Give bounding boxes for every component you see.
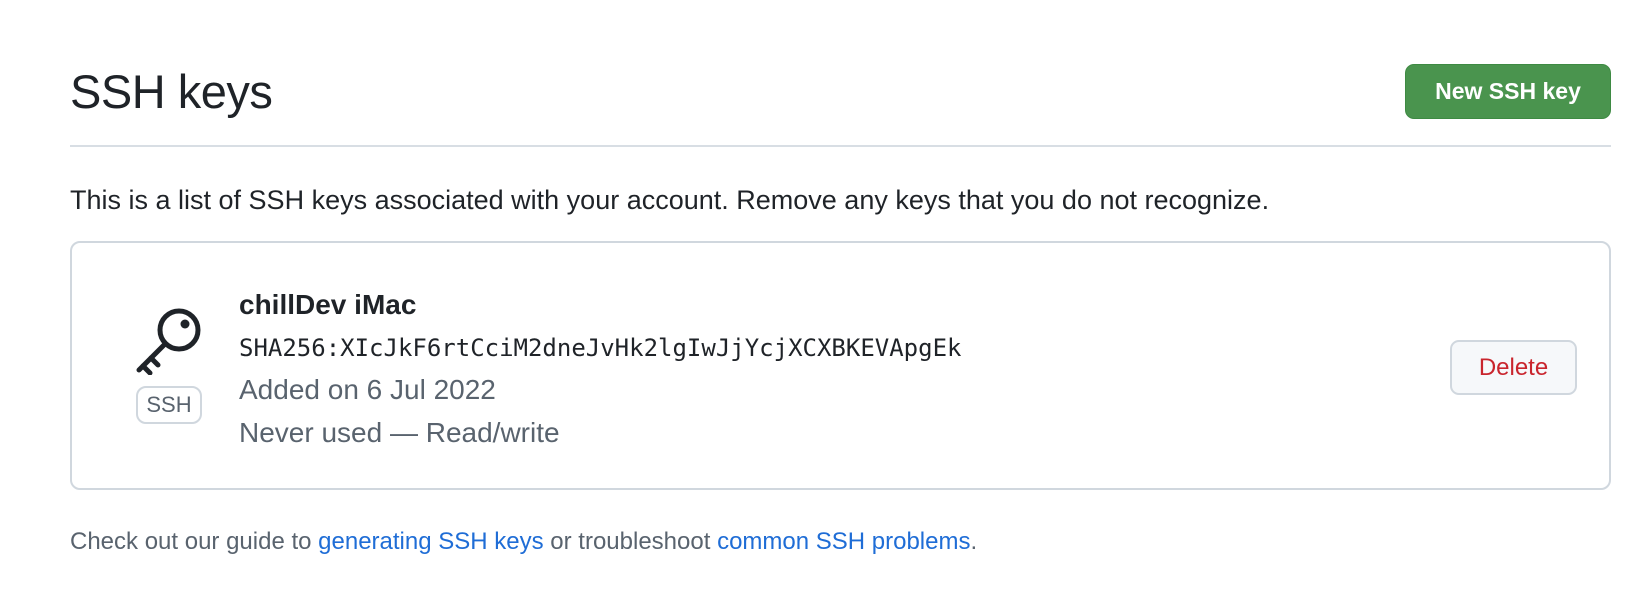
- key-title: chillDev iMac: [239, 289, 417, 320]
- footer-prefix: Check out our guide to: [70, 528, 319, 555]
- page-header: SSH keys New SSH key: [70, 56, 1611, 147]
- footer-suffix: .: [970, 528, 978, 555]
- generating-ssh-keys-link[interactable]: generating SSH keys: [318, 528, 543, 555]
- key-usage: Never used — Read/write: [239, 417, 560, 448]
- ssh-key-item: SSH chillDev iMac SHA256:XIcJkF6rtCciM2d…: [70, 241, 1611, 490]
- common-ssh-problems-link[interactable]: common SSH problems: [717, 528, 970, 555]
- key-fingerprint: SHA256:XIcJkF6rtCciM2dneJvHk2lgIwJjYcjXC…: [239, 334, 962, 362]
- footer-middle: or troubleshoot: [543, 528, 718, 555]
- help-footer: Check out our guide to generating SSH ke…: [70, 525, 977, 559]
- key-type-badge: SSH: [136, 386, 202, 424]
- new-ssh-key-button[interactable]: New SSH key: [1405, 64, 1611, 119]
- key-icon: [136, 308, 201, 375]
- key-added-date: Added on 6 Jul 2022: [239, 374, 496, 405]
- delete-key-button[interactable]: Delete: [1450, 340, 1577, 395]
- ssh-keys-page: SSH keys New SSH key This is a list of S…: [0, 0, 1636, 606]
- page-title: SSH keys: [70, 65, 273, 118]
- intro-text: This is a list of SSH keys associated wi…: [70, 185, 1270, 215]
